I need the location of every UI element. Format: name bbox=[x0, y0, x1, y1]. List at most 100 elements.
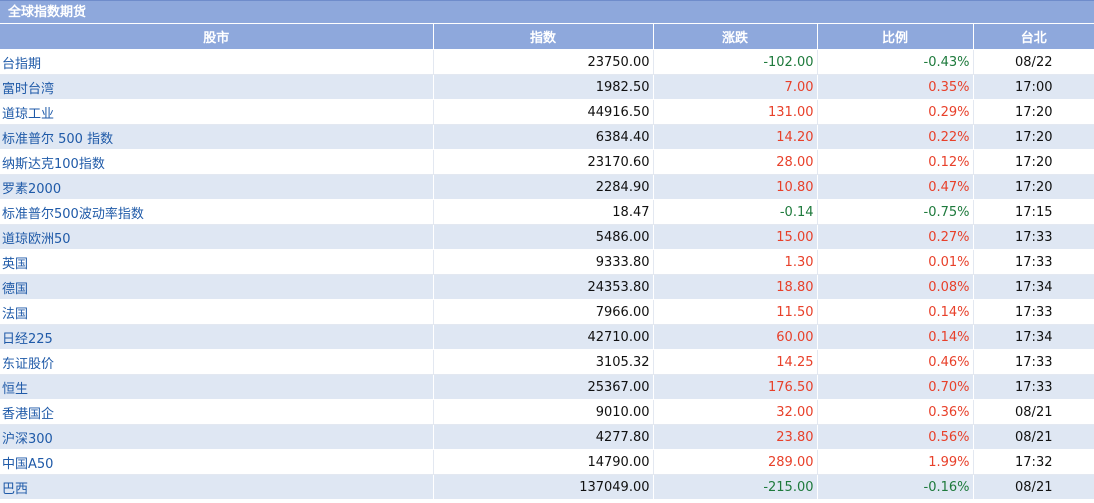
ratio-value-cell: 0.47% bbox=[817, 174, 974, 200]
time-value-cell: 17:33 bbox=[973, 224, 1094, 250]
index-value-cell: 137049.00 bbox=[433, 474, 654, 500]
change-value-cell: 15.00 bbox=[653, 224, 818, 250]
market-name-link[interactable]: 巴西 bbox=[2, 482, 28, 497]
header-index: 指数 bbox=[433, 24, 654, 50]
market-name-link[interactable]: 富时台湾 bbox=[2, 82, 54, 97]
index-value-cell: 9333.80 bbox=[433, 249, 654, 275]
panel-title: 全球指数期货 bbox=[0, 0, 1094, 24]
market-name-link[interactable]: 道琼欧洲50 bbox=[2, 232, 71, 247]
time-value-cell: 08/22 bbox=[973, 49, 1094, 75]
market-name-link[interactable]: 罗素2000 bbox=[2, 182, 61, 197]
table-row: 中国A50 14790.00 289.00 1.99% 17:32 bbox=[0, 449, 1094, 475]
market-name-cell[interactable]: 日经225 bbox=[0, 324, 434, 350]
market-name-cell[interactable]: 台指期 bbox=[0, 49, 434, 75]
change-value-cell: 60.00 bbox=[653, 324, 818, 350]
change-value-cell: -0.14 bbox=[653, 199, 818, 225]
market-name-link[interactable]: 日经225 bbox=[2, 332, 53, 347]
ratio-value-cell: 0.22% bbox=[817, 124, 974, 150]
index-value-cell: 42710.00 bbox=[433, 324, 654, 350]
change-value-cell: 23.80 bbox=[653, 424, 818, 450]
ratio-value-cell: 0.14% bbox=[817, 324, 974, 350]
ratio-value-cell: 0.27% bbox=[817, 224, 974, 250]
header-ratio: 比例 bbox=[817, 24, 974, 50]
table-row: 法国 7966.00 11.50 0.14% 17:33 bbox=[0, 299, 1094, 325]
ratio-value-cell: -0.43% bbox=[817, 49, 974, 75]
ratio-value-cell: 0.08% bbox=[817, 274, 974, 300]
index-value-cell: 23750.00 bbox=[433, 49, 654, 75]
ratio-value-cell: 0.29% bbox=[817, 99, 974, 125]
market-name-link[interactable]: 东证股价 bbox=[2, 357, 54, 372]
market-name-link[interactable]: 法国 bbox=[2, 307, 28, 322]
time-value-cell: 17:15 bbox=[973, 199, 1094, 225]
market-name-cell[interactable]: 中国A50 bbox=[0, 449, 434, 475]
market-name-cell[interactable]: 法国 bbox=[0, 299, 434, 325]
time-value-cell: 17:33 bbox=[973, 249, 1094, 275]
index-value-cell: 14790.00 bbox=[433, 449, 654, 475]
table-header-row: 股市 指数 涨跌 比例 台北 bbox=[0, 24, 1094, 50]
market-name-cell[interactable]: 罗素2000 bbox=[0, 174, 434, 200]
index-value-cell: 25367.00 bbox=[433, 374, 654, 400]
table-row: 富时台湾 1982.50 7.00 0.35% 17:00 bbox=[0, 74, 1094, 100]
index-futures-table: 股市 指数 涨跌 比例 台北 台指期 23750.00 -102.00 -0.43% 0… bbox=[0, 24, 1094, 500]
time-value-cell: 08/21 bbox=[973, 424, 1094, 450]
market-name-cell[interactable]: 道琼欧洲50 bbox=[0, 224, 434, 250]
market-name-cell[interactable]: 香港国企 bbox=[0, 399, 434, 425]
change-value-cell: 7.00 bbox=[653, 74, 818, 100]
market-name-cell[interactable]: 道琼工业 bbox=[0, 99, 434, 125]
time-value-cell: 17:32 bbox=[973, 449, 1094, 475]
market-name-link[interactable]: 德国 bbox=[2, 282, 28, 297]
time-value-cell: 17:34 bbox=[973, 274, 1094, 300]
table-row: 标准普尔500波动率指数 18.47 -0.14 -0.75% 17:15 bbox=[0, 199, 1094, 225]
header-time: 台北 bbox=[973, 24, 1094, 50]
index-value-cell: 18.47 bbox=[433, 199, 654, 225]
table-row: 东证股价 3105.32 14.25 0.46% 17:33 bbox=[0, 349, 1094, 375]
time-value-cell: 17:20 bbox=[973, 174, 1094, 200]
table-row: 标准普尔 500 指数 6384.40 14.20 0.22% 17:20 bbox=[0, 124, 1094, 150]
change-value-cell: 131.00 bbox=[653, 99, 818, 125]
market-name-link[interactable]: 纳斯达克100指数 bbox=[2, 157, 105, 172]
change-value-cell: 11.50 bbox=[653, 299, 818, 325]
change-value-cell: 176.50 bbox=[653, 374, 818, 400]
market-name-cell[interactable]: 恒生 bbox=[0, 374, 434, 400]
market-name-link[interactable]: 中国A50 bbox=[2, 457, 53, 472]
time-value-cell: 17:20 bbox=[973, 149, 1094, 175]
change-value-cell: -102.00 bbox=[653, 49, 818, 75]
ratio-value-cell: 0.56% bbox=[817, 424, 974, 450]
market-name-cell[interactable]: 英国 bbox=[0, 249, 434, 275]
ratio-value-cell: 0.12% bbox=[817, 149, 974, 175]
table-row: 纳斯达克100指数 23170.60 28.00 0.12% 17:20 bbox=[0, 149, 1094, 175]
market-name-link[interactable]: 道琼工业 bbox=[2, 107, 54, 122]
market-name-link[interactable]: 台指期 bbox=[2, 57, 41, 72]
table-row: 道琼欧洲50 5486.00 15.00 0.27% 17:33 bbox=[0, 224, 1094, 250]
market-name-cell[interactable]: 标准普尔 500 指数 bbox=[0, 124, 434, 150]
market-name-link[interactable]: 标准普尔 500 指数 bbox=[2, 132, 113, 147]
market-name-cell[interactable]: 沪深300 bbox=[0, 424, 434, 450]
market-name-link[interactable]: 标准普尔500波动率指数 bbox=[2, 207, 144, 222]
header-change: 涨跌 bbox=[653, 24, 818, 50]
market-name-cell[interactable]: 富时台湾 bbox=[0, 74, 434, 100]
change-value-cell: 18.80 bbox=[653, 274, 818, 300]
market-name-cell[interactable]: 东证股价 bbox=[0, 349, 434, 375]
time-value-cell: 17:33 bbox=[973, 374, 1094, 400]
market-name-cell[interactable]: 纳斯达克100指数 bbox=[0, 149, 434, 175]
global-index-futures-panel: 全球指数期货 股市 指数 涨跌 比例 台北 台指期 23750.00 -102.00… bbox=[0, 0, 1094, 503]
market-name-cell[interactable]: 标准普尔500波动率指数 bbox=[0, 199, 434, 225]
market-name-link[interactable]: 英国 bbox=[2, 257, 28, 272]
header-market: 股市 bbox=[0, 24, 434, 50]
time-value-cell: 17:20 bbox=[973, 124, 1094, 150]
market-name-cell[interactable]: 巴西 bbox=[0, 474, 434, 500]
ratio-value-cell: 0.14% bbox=[817, 299, 974, 325]
time-value-cell: 08/21 bbox=[973, 399, 1094, 425]
change-value-cell: 10.80 bbox=[653, 174, 818, 200]
market-name-link[interactable]: 恒生 bbox=[2, 382, 28, 397]
market-name-link[interactable]: 沪深300 bbox=[2, 432, 53, 447]
market-name-cell[interactable]: 德国 bbox=[0, 274, 434, 300]
market-name-link[interactable]: 香港国企 bbox=[2, 407, 54, 422]
table-row: 英国 9333.80 1.30 0.01% 17:33 bbox=[0, 249, 1094, 275]
index-value-cell: 2284.90 bbox=[433, 174, 654, 200]
time-value-cell: 17:33 bbox=[973, 299, 1094, 325]
ratio-value-cell: 0.35% bbox=[817, 74, 974, 100]
table-row: 巴西 137049.00 -215.00 -0.16% 08/21 bbox=[0, 474, 1094, 500]
ratio-value-cell: 0.36% bbox=[817, 399, 974, 425]
change-value-cell: 289.00 bbox=[653, 449, 818, 475]
